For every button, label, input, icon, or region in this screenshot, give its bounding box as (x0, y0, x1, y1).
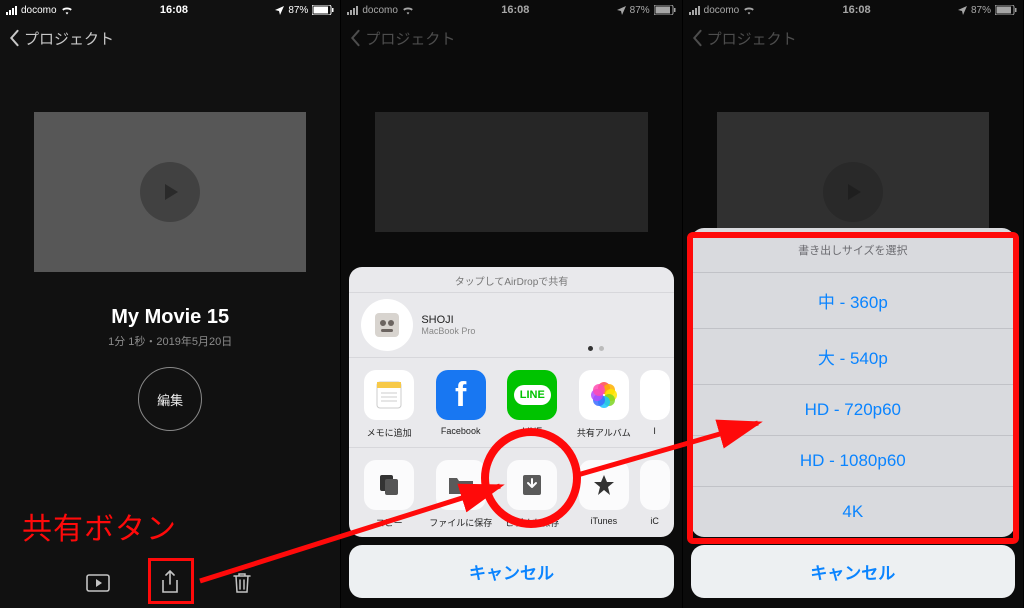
action-label: コピー (376, 518, 403, 528)
play-icon (157, 179, 183, 205)
edit-label: 編集 (157, 390, 183, 409)
share-app-shared-album[interactable]: 共有アルバム (568, 370, 640, 439)
action-label: iC (650, 516, 659, 526)
action-label: iTunes (591, 516, 618, 526)
action-more[interactable]: iC (640, 460, 670, 529)
airdrop-name: SHOJI (421, 314, 475, 326)
video-thumbnail[interactable] (34, 112, 306, 272)
folder-icon (436, 460, 486, 510)
generic-app-icon (640, 370, 670, 420)
action-copy[interactable]: コピー (353, 460, 425, 529)
cancel-button[interactable]: キャンセル (349, 545, 673, 598)
annotation-circle (481, 428, 581, 528)
photos-icon (579, 370, 629, 420)
share-app-more[interactable]: I (640, 370, 670, 439)
screenshot-1: docomo 16:08 87% プロジェクト My Movie 15 1分 1… (0, 0, 341, 608)
pager-dots (588, 346, 604, 351)
memo-icon (364, 370, 414, 420)
battery-icon (312, 5, 334, 15)
wifi-icon (61, 6, 73, 15)
annotation-frame (687, 232, 1019, 544)
play-tool-button[interactable] (83, 568, 113, 598)
line-icon: LINE (507, 370, 557, 420)
app-label: メモに追加 (367, 428, 412, 438)
location-icon (275, 6, 284, 15)
chevron-left-icon (8, 29, 20, 47)
annotation-label: 共有ボタン (22, 504, 177, 548)
generic-action-icon (640, 460, 670, 510)
app-label: I (653, 426, 656, 436)
status-bar: docomo 16:08 87% (0, 0, 340, 20)
screenshot-3: docomo 16:08 87% プロジェクト 書き出しサイズを選択 中 - 3… (683, 0, 1024, 608)
project-subtitle: 1分 1秒・2019年5月20日 (0, 333, 340, 349)
airdrop-avatar (361, 299, 413, 351)
project-title: My Movie 15 (0, 306, 340, 329)
nav-bar: プロジェクト (0, 20, 340, 56)
action-label: ファイルに保存 (429, 518, 492, 528)
app-label: Facebook (441, 426, 481, 436)
trash-icon (232, 571, 252, 595)
delete-button[interactable] (227, 568, 257, 598)
airdrop-device: MacBook Pro (421, 326, 475, 336)
annotation-box-share (148, 558, 194, 604)
battery-label: 87% (288, 5, 308, 16)
clock-label: 16:08 (160, 4, 188, 16)
signal-icon (6, 6, 17, 15)
share-app-facebook[interactable]: f Facebook (425, 370, 497, 439)
airdrop-target[interactable]: SHOJI MacBook Pro (349, 293, 673, 358)
copy-icon (364, 460, 414, 510)
carrier-label: docomo (21, 5, 57, 16)
facebook-icon: f (436, 370, 486, 420)
star-icon (579, 460, 629, 510)
edit-button[interactable]: 編集 (138, 367, 202, 431)
cancel-button[interactable]: キャンセル (691, 545, 1015, 598)
play-rect-icon (86, 574, 110, 592)
back-button[interactable]: プロジェクト (8, 28, 114, 49)
screenshot-2: docomo 16:08 87% プロジェクト タップしてAirDropで共有 … (341, 0, 682, 608)
share-app-memo[interactable]: メモに追加 (353, 370, 425, 439)
play-button[interactable] (140, 162, 200, 222)
share-sheet-header: タップしてAirDropで共有 (349, 267, 673, 293)
back-label: プロジェクト (24, 28, 114, 49)
app-label: 共有アルバム (577, 428, 631, 438)
